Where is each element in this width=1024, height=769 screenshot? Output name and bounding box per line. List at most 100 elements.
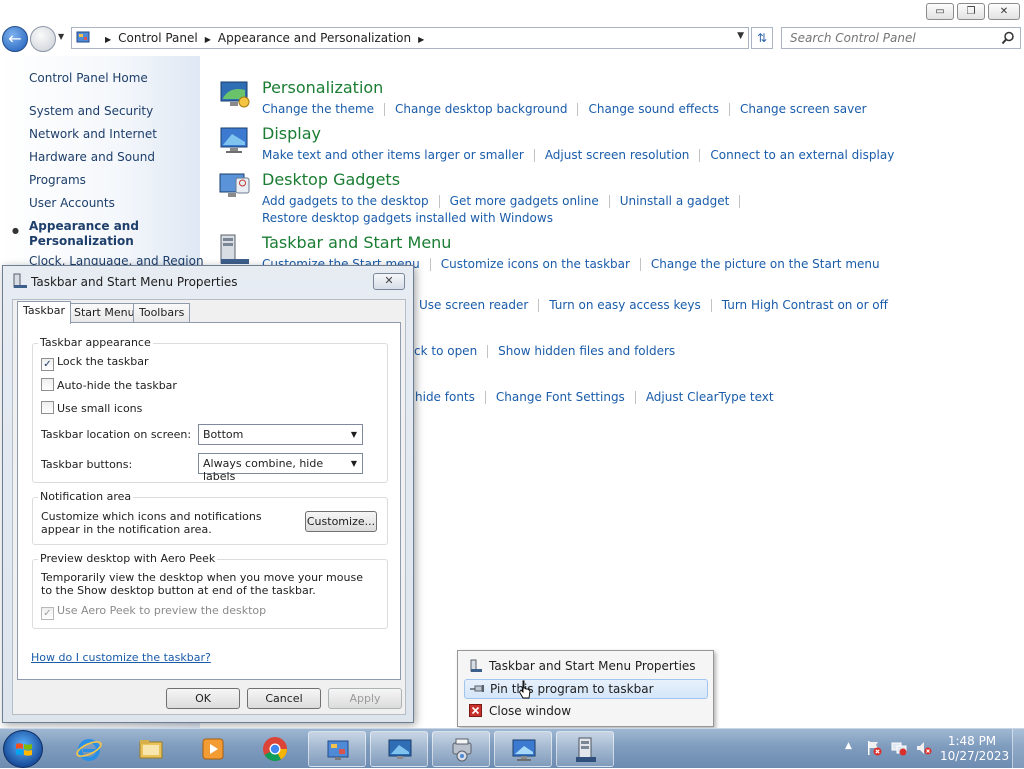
notification-area-group: Notification area Customize which icons … xyxy=(32,490,388,545)
checkbox-unchecked-icon[interactable] xyxy=(41,378,54,391)
get-more-gadgets-link[interactable]: Get more gadgets online xyxy=(450,194,599,208)
easy-access-keys-link[interactable]: Turn on easy access keys xyxy=(549,298,700,312)
add-gadgets-link[interactable]: Add gadgets to the desktop xyxy=(262,194,429,208)
taskbar-buttons-label: Taskbar buttons: xyxy=(41,458,133,471)
taskbar-taskbar-properties[interactable] xyxy=(556,731,614,767)
show-desktop-button[interactable] xyxy=(1012,729,1024,769)
aero-peek-group: Preview desktop with Aero Peek Temporari… xyxy=(32,552,388,629)
ok-button[interactable]: OK xyxy=(166,688,240,709)
nav-hardware-and-sound[interactable]: Hardware and Sound xyxy=(29,150,155,164)
dropdown-arrow-icon: ▼ xyxy=(350,430,357,439)
uninstall-gadget-link[interactable]: Uninstall a gadget xyxy=(620,194,730,208)
change-screen-saver-link[interactable]: Change screen saver xyxy=(740,102,867,116)
taskbar-display-control[interactable] xyxy=(494,731,552,767)
taskbar-properties-dialog: Taskbar and Start Menu Properties ✕ Task… xyxy=(2,265,414,723)
start-button[interactable] xyxy=(3,730,43,768)
change-sound-effects-link[interactable]: Change sound effects xyxy=(588,102,719,116)
group-heading: Taskbar appearance xyxy=(38,336,153,349)
address-bar[interactable]: ▶ Control Panel ▶ Appearance and Personaliz… xyxy=(71,27,749,49)
use-screen-reader-link[interactable]: Use screen reader xyxy=(419,298,528,312)
cancel-button[interactable]: Cancel xyxy=(247,688,321,709)
taskbar-start-menu-title[interactable]: Taskbar and Start Menu xyxy=(262,233,451,252)
taskbar-properties-icon xyxy=(576,737,596,762)
tab-toolbars[interactable]: Toolbars xyxy=(133,303,191,323)
taskbar-google-chrome[interactable] xyxy=(246,731,304,767)
change-desktop-background-link[interactable]: Change desktop background xyxy=(395,102,567,116)
taskbar-internet-explorer[interactable] xyxy=(60,731,118,767)
checkbox-unchecked-icon[interactable] xyxy=(41,401,54,414)
personalization-title[interactable]: Personalization xyxy=(262,78,383,97)
address-history-dropdown[interactable]: ▼ xyxy=(737,31,744,41)
breadcrumb-chevron-icon[interactable]: ▶ xyxy=(418,35,424,44)
close-button[interactable]: ✕ xyxy=(988,3,1020,20)
change-start-picture-link[interactable]: Change the picture on the Start menu xyxy=(651,257,880,271)
dialog-close-button[interactable]: ✕ xyxy=(373,273,405,290)
forward-button[interactable] xyxy=(30,26,56,52)
search-box[interactable] xyxy=(781,27,1021,49)
restore-gadgets-link[interactable]: Restore desktop gadgets installed with W… xyxy=(262,211,553,225)
hide-fonts-link[interactable]: hide fonts xyxy=(415,390,475,404)
connect-external-display-link[interactable]: Connect to an external display xyxy=(710,148,894,162)
help-customize-taskbar-link[interactable]: How do I customize the taskbar? xyxy=(31,651,211,664)
change-font-settings-link[interactable]: Change Font Settings xyxy=(496,390,625,404)
customize-taskbar-icons-link[interactable]: Customize icons on the taskbar xyxy=(441,257,630,271)
display-title[interactable]: Display xyxy=(262,124,321,143)
minimize-button[interactable]: ▭ xyxy=(926,3,954,20)
show-hidden-files-link[interactable]: Show hidden files and folders xyxy=(498,344,675,358)
pin-icon xyxy=(470,685,484,692)
desktop-gadgets-title[interactable]: Desktop Gadgets xyxy=(262,170,400,189)
taskbar-display-settings[interactable] xyxy=(370,731,428,767)
taskbar-location-select[interactable]: Bottom ▼ xyxy=(198,424,363,445)
adjust-screen-resolution-link[interactable]: Adjust screen resolution xyxy=(545,148,690,162)
checkbox-checked-icon[interactable]: ✓ xyxy=(41,358,54,371)
menu-item-taskbar-properties[interactable]: Taskbar and Start Menu Properties xyxy=(464,656,708,676)
control-panel-icon xyxy=(76,31,90,43)
autohide-taskbar-checkbox[interactable]: Auto-hide the taskbar xyxy=(41,378,177,392)
adjust-cleartype-link[interactable]: Adjust ClearType text xyxy=(646,390,774,404)
search-icon[interactable] xyxy=(1001,31,1015,45)
back-button[interactable]: ← xyxy=(2,26,28,52)
tab-start-menu[interactable]: Start Menu xyxy=(68,303,141,323)
lock-taskbar-checkbox[interactable]: ✓ Lock the taskbar xyxy=(41,355,149,371)
mouse-cursor-icon xyxy=(518,680,531,699)
make-text-larger-link[interactable]: Make text and other items larger or smal… xyxy=(262,148,524,162)
high-contrast-link[interactable]: Turn High Contrast on or off xyxy=(722,298,888,312)
nav-network-and-internet[interactable]: Network and Internet xyxy=(29,127,157,141)
monitor-icon xyxy=(388,739,412,759)
folder-icon xyxy=(139,740,163,759)
breadcrumb-chevron-icon[interactable]: ▶ xyxy=(105,35,111,44)
single-click-open-link[interactable]: ck to open xyxy=(414,344,477,358)
dialog-title: Taskbar and Start Menu Properties xyxy=(31,275,238,289)
customize-button[interactable]: Customize... xyxy=(305,511,377,532)
control-panel-home-link[interactable]: Control Panel Home xyxy=(29,71,148,85)
show-hidden-icons-button[interactable]: ▲ xyxy=(845,741,852,751)
nav-appearance-and-personalization[interactable]: Appearance and Personalization xyxy=(29,219,179,249)
recent-pages-dropdown[interactable]: ▼ xyxy=(58,32,68,44)
menu-item-pin-to-taskbar[interactable]: Pin this program to taskbar xyxy=(464,679,708,699)
network-icon[interactable] xyxy=(891,740,907,756)
aero-peek-description: Temporarily view the desktop when you mo… xyxy=(41,571,363,597)
small-icons-checkbox[interactable]: Use small icons xyxy=(41,401,142,415)
system-clock[interactable]: 1:48 PM 10/27/2023 xyxy=(940,734,1009,764)
taskbar-appearance-group: Taskbar appearance ✓ Lock the taskbar Aut… xyxy=(32,336,388,483)
breadcrumb-appearance[interactable]: Appearance and Personalization xyxy=(218,31,411,45)
taskbar-devices-printers[interactable] xyxy=(432,731,490,767)
menu-item-close-window[interactable]: Close window xyxy=(464,701,708,721)
nav-programs[interactable]: Programs xyxy=(29,173,86,187)
taskbar-buttons-select[interactable]: Always combine, hide labels ▼ xyxy=(198,453,363,483)
tab-taskbar[interactable]: Taskbar xyxy=(17,301,71,324)
taskbar-start-menu-icon xyxy=(220,234,249,264)
taskbar-media-player[interactable] xyxy=(184,731,242,767)
action-center-flag-icon[interactable] xyxy=(866,740,882,756)
refresh-button[interactable]: ⇅ xyxy=(751,27,773,49)
taskbar-windows-explorer[interactable] xyxy=(122,731,180,767)
breadcrumb-chevron-icon[interactable]: ▶ xyxy=(205,35,211,44)
nav-system-and-security[interactable]: System and Security xyxy=(29,104,153,118)
breadcrumb-control-panel[interactable]: Control Panel xyxy=(118,31,198,45)
change-theme-link[interactable]: Change the theme xyxy=(262,102,374,116)
restore-button[interactable]: ❐ xyxy=(957,3,985,20)
taskbar-control-panel[interactable] xyxy=(308,731,366,767)
search-input[interactable] xyxy=(788,30,988,46)
volume-muted-icon[interactable] xyxy=(916,740,932,756)
nav-user-accounts[interactable]: User Accounts xyxy=(29,196,115,210)
